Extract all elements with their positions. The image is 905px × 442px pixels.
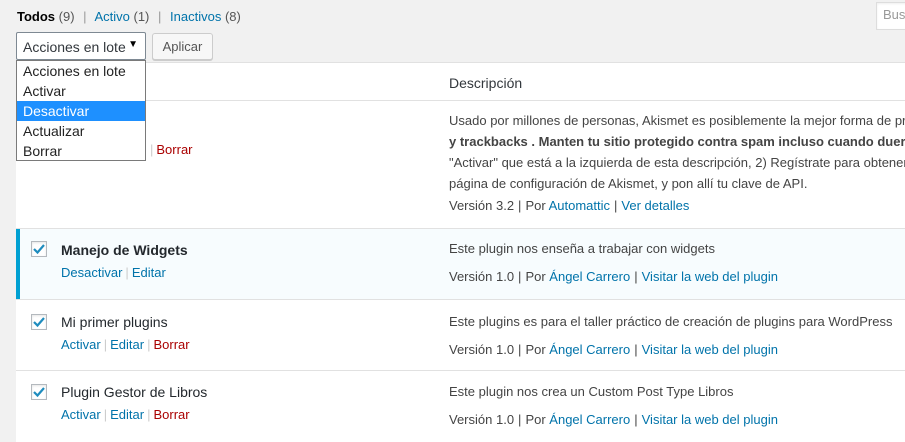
filter-separator: | xyxy=(83,9,87,24)
plugin-description: Este plugin nos enseña a trabajar con wi… xyxy=(449,241,715,256)
edit-link[interactable]: Editar xyxy=(110,337,144,352)
plugin-description: Este plugin nos crea un Custom Post Type… xyxy=(449,384,734,399)
edit-link[interactable]: Editar xyxy=(132,265,166,280)
author-link[interactable]: Ángel Carrero xyxy=(549,412,630,427)
activate-link[interactable]: Activar xyxy=(61,407,101,422)
plugin-version: Versión 1.0 xyxy=(449,269,515,284)
bulk-actions-select[interactable]: Acciones en lote ▼ xyxy=(16,32,146,60)
checkmark-icon xyxy=(33,387,45,398)
checkmark-icon xyxy=(33,317,45,328)
author-link[interactable]: Automattic xyxy=(549,198,610,213)
table-header: Descripción xyxy=(16,63,905,101)
filter-all-link[interactable]: Todos xyxy=(17,9,55,24)
filter-active-count: (1) xyxy=(133,9,150,24)
dropdown-arrow-icon: ▼ xyxy=(128,39,138,50)
description-line: página de configuración de Akismet, y po… xyxy=(449,176,808,191)
plugin-meta: Versión 1.0 | Por Ángel Carrero | Visitar la… xyxy=(449,342,778,357)
filter-active-link[interactable]: Activo xyxy=(94,9,129,24)
plugin-meta: Versión 3.2 | Por Automattic | Ver detalles xyxy=(449,198,690,213)
plugin-site-link[interactable]: Visitar la web del plugin xyxy=(642,269,778,284)
row-actions: Desactivar | Editar xyxy=(61,265,166,280)
plugin-version: Versión 3.2 xyxy=(449,198,515,213)
checkmark-icon xyxy=(33,244,45,255)
by-label: Por xyxy=(525,198,546,213)
bulk-option-highlighted[interactable]: Desactivar xyxy=(17,101,145,121)
plugin-row-akismet: | Borrar Usado por millones de personas, … xyxy=(16,102,905,229)
plugin-name: Plugin Gestor de Libros xyxy=(61,384,208,400)
view-details-link[interactable]: Ver detalles xyxy=(621,198,689,213)
plugin-description: Este plugins es para el taller práctico … xyxy=(449,314,893,329)
plugin-version: Versión 1.0 xyxy=(449,412,515,427)
plugin-checkbox[interactable] xyxy=(31,384,47,400)
plugin-row-plugin-gestor-de-libros: Plugin Gestor de Libros Activar | Editar | B… xyxy=(16,371,905,442)
filter-inactive-link[interactable]: Inactivos xyxy=(170,9,221,24)
plugin-site-link[interactable]: Visitar la web del plugin xyxy=(642,412,778,427)
plugin-meta: Versión 1.0 | Por Ángel Carrero | Visitar la… xyxy=(449,412,778,427)
filter-all-count: (9) xyxy=(58,9,75,24)
deactivate-link[interactable]: Desactivar xyxy=(61,265,122,280)
by-label: Por xyxy=(525,412,546,427)
bulk-actions-selected: Acciones en lote xyxy=(23,39,126,55)
apply-button[interactable]: Aplicar xyxy=(152,33,213,60)
by-label: Por xyxy=(525,269,546,284)
description-line: y trackbacks . Manten tu sitio protegido… xyxy=(449,134,905,149)
delete-link[interactable]: Borrar xyxy=(156,142,192,157)
plugin-name: Mi primer plugins xyxy=(61,314,168,330)
plugin-meta: Versión 1.0 | Por Ángel Carrero | Visitar la… xyxy=(449,269,778,284)
plugin-row-manejo-de-widgets: Manejo de Widgets Desactivar | Editar Este… xyxy=(16,229,905,300)
bulk-option[interactable]: Actualizar xyxy=(17,121,145,141)
description-line: "Activar" que está a la izquierda de est… xyxy=(449,155,905,170)
plugin-search-input[interactable]: Bus xyxy=(876,2,905,30)
by-label: Por xyxy=(525,342,546,357)
description-line: Usado por millones de personas, Akismet … xyxy=(449,113,905,128)
bulk-option[interactable]: Activar xyxy=(17,81,145,101)
plugin-site-link[interactable]: Visitar la web del plugin xyxy=(642,342,778,357)
edit-link[interactable]: Editar xyxy=(110,407,144,422)
plugin-checkbox[interactable] xyxy=(31,314,47,330)
row-actions: | Borrar xyxy=(150,142,193,157)
row-actions: Activar | Editar | Borrar xyxy=(61,337,190,352)
plugin-row-mi-primer-plugins: Mi primer plugins Activar | Editar | Borrar … xyxy=(16,300,905,371)
filter-separator: | xyxy=(158,9,162,24)
delete-link[interactable]: Borrar xyxy=(153,337,189,352)
activate-link[interactable]: Activar xyxy=(61,337,101,352)
plugin-checkbox[interactable] xyxy=(31,241,47,257)
delete-link[interactable]: Borrar xyxy=(153,407,189,422)
status-filters: Todos (9) | Activo (1) | Inactivos (8) xyxy=(17,9,241,24)
plugins-table: Descripción | Borrar Usado por millones d… xyxy=(16,62,905,442)
bulk-option[interactable]: Acciones en lote xyxy=(17,61,145,81)
plugin-version: Versión 1.0 xyxy=(449,342,515,357)
bulk-actions-dropdown-list: Acciones en lote Activar Desactivar Actu… xyxy=(16,60,146,161)
plugin-name: Manejo de Widgets xyxy=(61,242,188,258)
bulk-option[interactable]: Borrar xyxy=(17,141,145,161)
row-actions: Activar | Editar | Borrar xyxy=(61,407,190,422)
author-link[interactable]: Ángel Carrero xyxy=(549,269,630,284)
description-column-header: Descripción xyxy=(449,75,523,91)
plugin-description: Usado por millones de personas, Akismet … xyxy=(449,110,905,194)
filter-inactive-count: (8) xyxy=(224,9,241,24)
search-placeholder: Bus xyxy=(883,7,905,22)
author-link[interactable]: Ángel Carrero xyxy=(549,342,630,357)
